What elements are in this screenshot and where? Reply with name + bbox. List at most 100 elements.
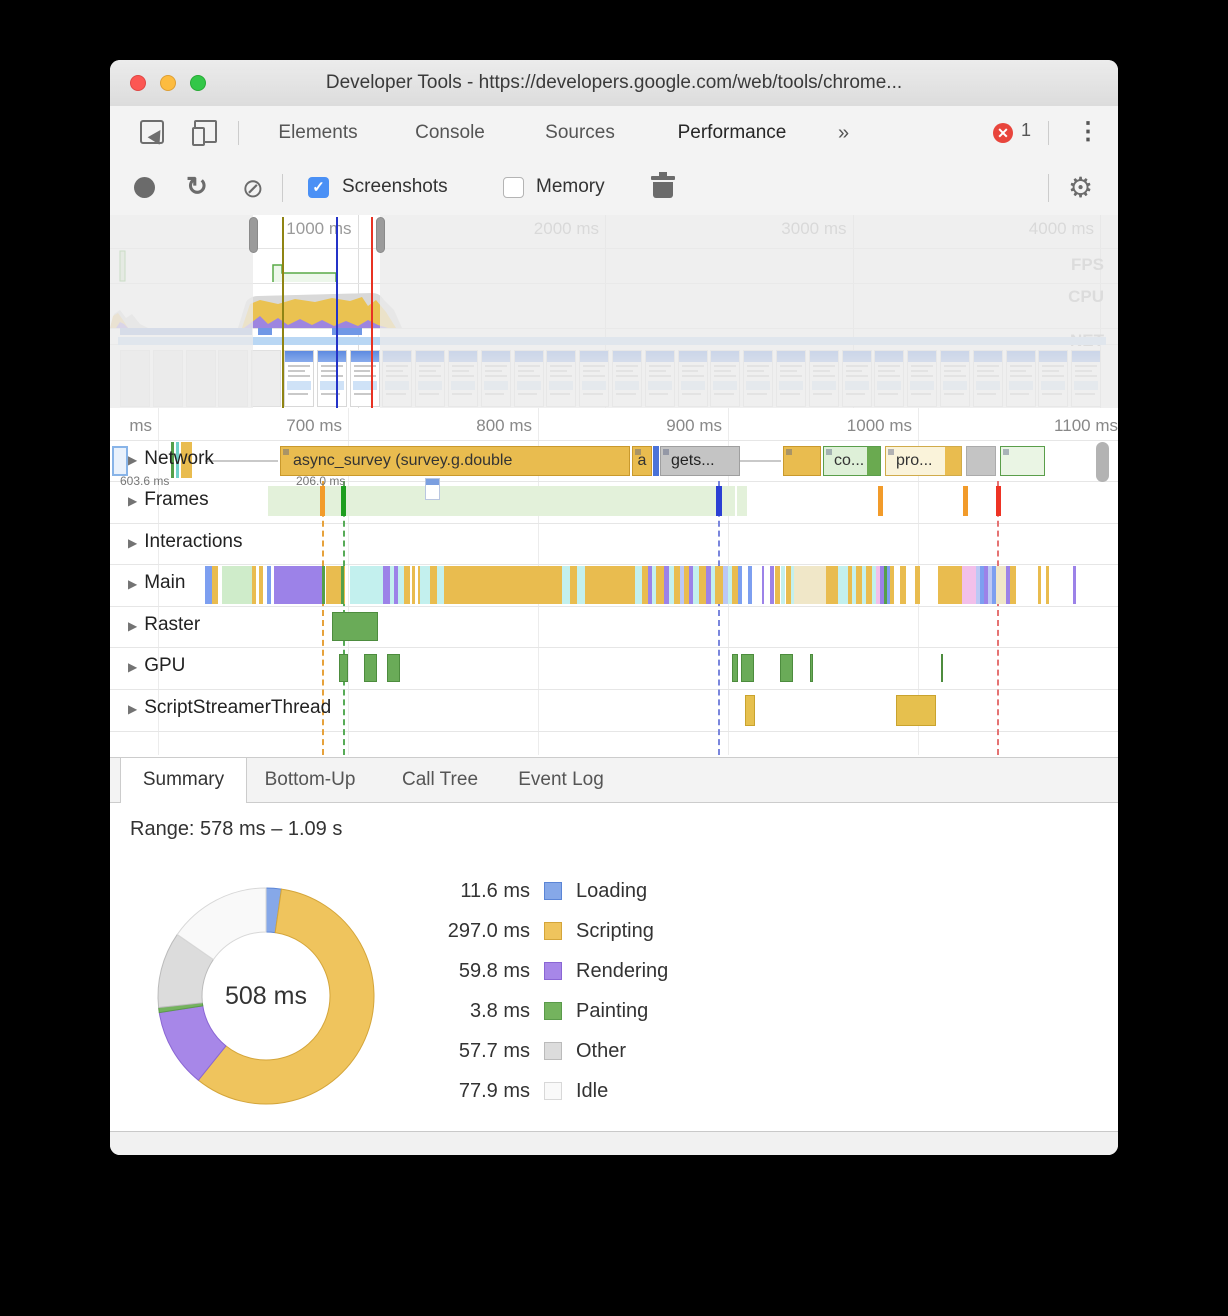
tab-bottom-up[interactable]: Bottom-Up — [245, 758, 375, 802]
memory-checkbox[interactable] — [503, 177, 524, 198]
main-flame-segment[interactable] — [585, 566, 635, 604]
disclosure-triangle-icon[interactable]: ▶ — [128, 702, 137, 716]
inspect-element-icon[interactable] — [140, 120, 164, 144]
kebab-menu-icon[interactable]: ⋮ — [1076, 117, 1100, 146]
main-flame-segment[interactable] — [715, 566, 723, 604]
main-flame-segment[interactable] — [252, 566, 256, 604]
main-flame-segment[interactable] — [322, 566, 325, 604]
main-flame-segment[interactable] — [635, 566, 642, 604]
main-flame-segment[interactable] — [570, 566, 577, 604]
error-badge-icon[interactable]: ✕ — [993, 123, 1013, 143]
script-streamer-bar[interactable] — [745, 695, 755, 726]
gpu-task-bar[interactable] — [387, 654, 400, 682]
main-flame-segment[interactable] — [738, 566, 742, 604]
main-flame-segment[interactable] — [996, 566, 1006, 604]
main-flame-segment[interactable] — [1046, 566, 1049, 604]
main-flame-segment[interactable] — [383, 566, 390, 604]
main-flame-segment[interactable] — [775, 566, 780, 604]
network-request-bar[interactable]: a — [632, 446, 652, 476]
selection-handle-left[interactable] — [249, 217, 258, 253]
tab-call-tree[interactable]: Call Tree — [388, 758, 492, 802]
filmstrip-frame[interactable] — [317, 350, 347, 407]
disclosure-triangle-icon[interactable]: ▶ — [128, 619, 137, 633]
frames-thumbnail-icon[interactable] — [425, 478, 440, 500]
screenshots-checkbox[interactable]: ✓ — [308, 177, 329, 198]
main-flame-segment[interactable] — [781, 566, 785, 604]
main-flame-segment[interactable] — [259, 566, 263, 604]
main-flame-segment[interactable] — [420, 566, 430, 604]
main-flame-segment[interactable] — [444, 566, 562, 604]
script-streamer-bar[interactable] — [896, 695, 936, 726]
main-flame-segment[interactable] — [577, 566, 585, 604]
reload-and-profile-button[interactable]: ↻ — [186, 171, 208, 202]
main-flame-segment[interactable] — [938, 566, 962, 604]
tab-elements[interactable]: Elements — [258, 106, 378, 160]
disclosure-triangle-icon[interactable]: ▶ — [128, 660, 137, 674]
main-flame-segment[interactable] — [437, 566, 444, 604]
main-flame-segment[interactable] — [838, 566, 848, 604]
gpu-task-bar[interactable] — [810, 654, 813, 682]
gpu-task-bar[interactable] — [339, 654, 348, 682]
frame-marker[interactable] — [716, 486, 722, 516]
clear-button[interactable]: ⊘ — [242, 173, 264, 204]
frame-marker[interactable] — [963, 486, 968, 516]
main-flame-segment[interactable] — [762, 566, 764, 604]
disclosure-triangle-icon[interactable]: ▶ — [128, 536, 137, 550]
trash-icon[interactable] — [653, 174, 673, 198]
tab-sources[interactable]: Sources — [525, 106, 635, 160]
tab-event-log[interactable]: Event Log — [502, 758, 620, 802]
frame-marker[interactable] — [996, 486, 1001, 516]
main-flame-segment[interactable] — [212, 566, 218, 604]
main-flame-segment[interactable] — [430, 566, 437, 604]
disclosure-triangle-icon[interactable]: ▶ — [128, 577, 137, 591]
network-request-bar[interactable] — [783, 446, 821, 476]
title-bar[interactable]: Developer Tools - https://developers.goo… — [110, 60, 1118, 107]
tab-console[interactable]: Console — [395, 106, 505, 160]
main-flame-segment[interactable] — [770, 566, 774, 604]
main-flame-segment[interactable] — [890, 566, 894, 604]
network-request-bar[interactable] — [966, 446, 996, 476]
error-count[interactable]: 1 — [1021, 120, 1031, 141]
main-flame-segment[interactable] — [699, 566, 706, 604]
screenshots-label[interactable]: Screenshots — [342, 176, 448, 198]
flame-chart[interactable]: ms700 ms800 ms900 ms1000 ms1100 ms603.6 … — [110, 408, 1118, 755]
tab-performance[interactable]: Performance — [652, 106, 812, 160]
network-request-bar[interactable] — [112, 446, 128, 476]
timeline-overview[interactable]: 1000 ms2000 ms3000 ms4000 msFPSCPUNET — [110, 215, 1118, 408]
main-flame-segment[interactable] — [900, 566, 906, 604]
frames-band[interactable] — [737, 486, 747, 516]
gpu-task-bar[interactable] — [741, 654, 754, 682]
memory-label[interactable]: Memory — [536, 176, 605, 198]
capture-settings-gear-icon[interactable]: ⚙ — [1068, 171, 1093, 204]
frames-band[interactable] — [268, 486, 735, 516]
main-flame-segment[interactable] — [915, 566, 920, 604]
main-flame-segment[interactable] — [1073, 566, 1076, 604]
gpu-task-bar[interactable] — [732, 654, 738, 682]
filmstrip-frame[interactable] — [350, 350, 380, 407]
frame-marker[interactable] — [341, 486, 346, 516]
main-flame-segment[interactable] — [1010, 566, 1016, 604]
main-flame-segment[interactable] — [222, 566, 252, 604]
main-flame-segment[interactable] — [562, 566, 570, 604]
network-request-bar[interactable] — [1000, 446, 1045, 476]
frame-marker[interactable] — [878, 486, 883, 516]
flame-scrollbar-thumb[interactable] — [1096, 442, 1109, 482]
network-request-bar[interactable]: gets... — [660, 446, 740, 476]
tab-summary[interactable]: Summary — [120, 757, 247, 803]
main-flame-segment[interactable] — [404, 566, 410, 604]
raster-task-bar[interactable] — [332, 612, 378, 641]
main-flame-segment[interactable] — [341, 566, 344, 604]
main-flame-segment[interactable] — [205, 566, 212, 604]
record-button[interactable] — [134, 177, 155, 198]
main-flame-segment[interactable] — [274, 566, 322, 604]
main-flame-segment[interactable] — [267, 566, 271, 604]
main-flame-segment[interactable] — [748, 566, 752, 604]
gpu-task-bar[interactable] — [364, 654, 377, 682]
gpu-task-bar[interactable] — [941, 654, 943, 682]
device-toolbar-icon[interactable] — [194, 120, 217, 143]
disclosure-triangle-icon[interactable]: ▶ — [128, 453, 137, 467]
main-flame-segment[interactable] — [962, 566, 976, 604]
main-flame-segment[interactable] — [826, 566, 838, 604]
selection-handle-right[interactable] — [376, 217, 385, 253]
disclosure-triangle-icon[interactable]: ▶ — [128, 494, 137, 508]
